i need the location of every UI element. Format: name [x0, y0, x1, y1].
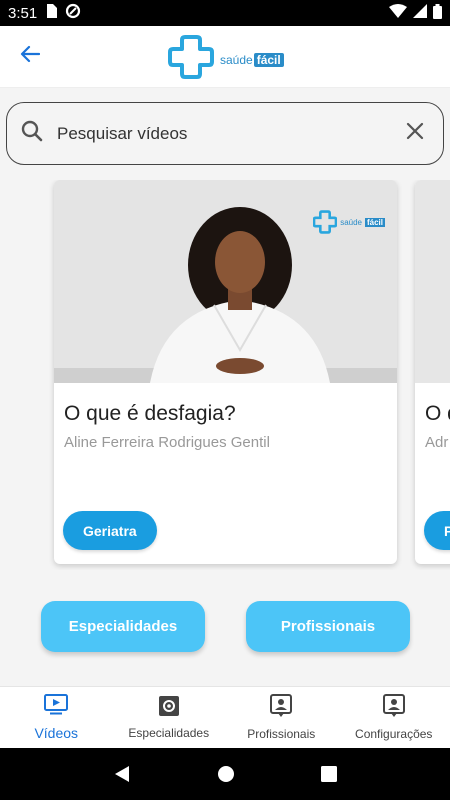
video-thumbnail[interactable]: saúde fácil [54, 180, 397, 383]
nav-item-videos[interactable]: Vídeos [0, 687, 113, 748]
settings-icon [382, 694, 405, 723]
status-time: 3:51 [8, 4, 38, 22]
video-thumbnail[interactable] [415, 180, 450, 383]
video-card[interactable]: saúde fácil O que é desfagia? Aline Ferre… [54, 180, 397, 564]
nav-label: Vídeos [34, 725, 79, 741]
cross-logo-icon [313, 210, 338, 234]
wifi-icon [389, 4, 407, 22]
nav-label: Profissionais [247, 727, 316, 741]
nav-item-settings[interactable]: Configurações [338, 687, 450, 748]
specialties-button[interactable]: Especialidades [41, 601, 205, 652]
circle-home-icon [218, 766, 234, 782]
nav-label: Configurações [355, 727, 433, 741]
nav-item-professionals[interactable]: Profissionais [225, 687, 338, 748]
system-navigation-bar [0, 748, 450, 800]
arrow-left-icon [20, 45, 41, 68]
video-author: Adr [425, 434, 449, 451]
data-saver-icon [65, 3, 81, 23]
video-title: O que é desfagia? [64, 402, 236, 425]
video-title: O q [425, 402, 450, 425]
square-recents-icon [321, 766, 337, 782]
specialty-tag[interactable]: Geriatra [63, 511, 157, 550]
sd-card-icon [45, 4, 58, 22]
nav-label: Especialidades [128, 726, 210, 740]
search-input[interactable] [57, 123, 401, 144]
clear-search-button[interactable] [401, 120, 429, 148]
system-recents-button[interactable] [321, 766, 337, 782]
back-button[interactable] [0, 26, 60, 88]
logo-text: saúde fácil [220, 52, 284, 67]
signal-icon [413, 4, 427, 22]
video-icon [44, 694, 69, 721]
triangle-back-icon [115, 766, 129, 782]
search-icon [21, 120, 43, 147]
app-logo: saúde fácil [168, 34, 284, 85]
video-card[interactable]: O q Adr P [415, 180, 450, 564]
specialty-tag[interactable]: P [424, 511, 450, 550]
nav-item-specialties[interactable]: Especialidades [113, 687, 226, 748]
video-carousel[interactable]: saúde fácil O que é desfagia? Aline Ferre… [0, 180, 450, 570]
system-back-button[interactable] [113, 765, 131, 783]
thumbnail-watermark: saúde fácil [313, 210, 385, 234]
professionals-button[interactable]: Profissionais [246, 601, 410, 652]
bottom-navigation: Vídeos Especialidades Profissionais Conf… [0, 686, 450, 748]
status-bar: 3:51 [0, 0, 450, 26]
search-bar [6, 102, 444, 165]
specialty-icon [158, 695, 180, 722]
professional-icon [270, 694, 293, 723]
app-bar: saúde fácil [0, 26, 450, 88]
cross-logo-icon [168, 34, 214, 85]
system-home-button[interactable] [217, 765, 235, 783]
video-author: Aline Ferreira Rodrigues Gentil [64, 434, 270, 451]
close-icon [406, 122, 424, 145]
battery-icon [433, 3, 442, 23]
